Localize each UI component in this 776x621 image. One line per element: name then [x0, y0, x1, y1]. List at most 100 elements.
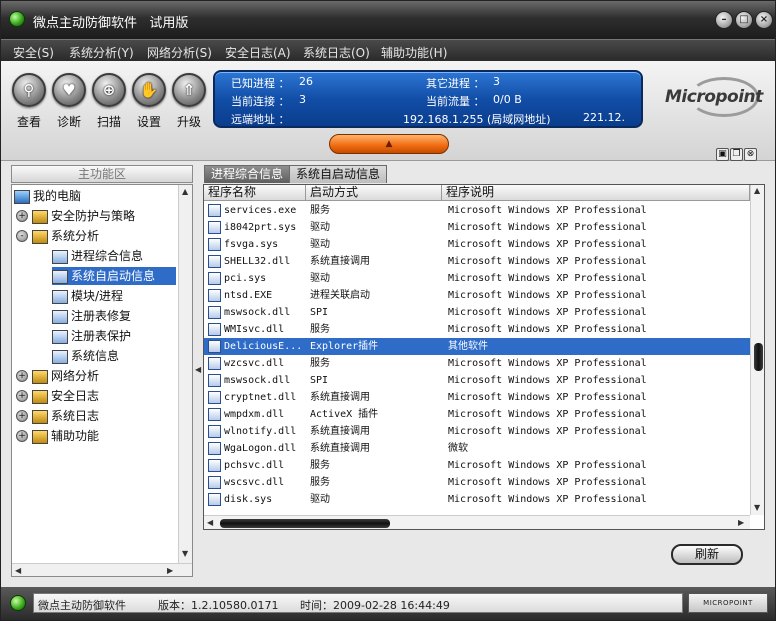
file-icon	[208, 459, 221, 472]
tree-item[interactable]: - 系统分析	[16, 227, 99, 245]
tree-item[interactable]: 模块/进程	[52, 287, 123, 305]
remote-address-value-2: 221.12.	[583, 111, 625, 124]
refresh-button[interactable]: 刷新	[671, 544, 743, 565]
tree-item-label: 安全日志	[51, 389, 100, 403]
menu-system-analysis[interactable]: 系统分析(Y)	[69, 44, 134, 61]
app-icon	[9, 11, 25, 27]
restore-button[interactable]: □	[735, 11, 753, 29]
table-vertical-scrollbar[interactable]: ▲ ▼	[750, 185, 764, 515]
collapse-icon[interactable]: -	[16, 230, 28, 242]
scroll-right-icon[interactable]: ▶	[167, 566, 173, 575]
cell-description: Microsoft Windows XP Professional	[448, 222, 647, 233]
tree-vertical-scrollbar[interactable]: ▲ ▼	[178, 185, 192, 563]
status-app-name: 微点主动防御软件	[38, 599, 126, 612]
tree-item[interactable]: + 安全防护与策略	[16, 207, 135, 225]
tree-item[interactable]: + 辅助功能	[16, 427, 99, 445]
cell-description: Microsoft Windows XP Professional	[448, 358, 647, 369]
file-icon	[208, 374, 221, 387]
panel-header: 主功能区	[11, 165, 193, 183]
table-row[interactable]: DeliciousE... Explorer插件 其他软件	[204, 338, 750, 355]
expand-icon[interactable]: +	[16, 210, 28, 222]
table-row[interactable]: mswsock.dll SPI Microsoft Windows XP Profe…	[204, 304, 750, 321]
table-row[interactable]: SHELL32.dll 系统直接调用 Microsoft Windows XP Pr…	[204, 253, 750, 270]
table-row[interactable]: pchsvc.dll 服务 Microsoft Windows XP Profess…	[204, 457, 750, 474]
table-row[interactable]: ntsd.EXE 进程关联启动 Microsoft Windows XP Profe…	[204, 287, 750, 304]
other-processes-value: 3	[493, 75, 500, 88]
tree-item[interactable]: 我的电脑	[14, 187, 81, 205]
scroll-left-icon[interactable]: ◀	[207, 518, 213, 527]
hand-icon: ✋	[139, 81, 159, 99]
table-row[interactable]: WgaLogon.dll 系统直接调用 微软	[204, 440, 750, 457]
table-row[interactable]: disk.sys 驱动 Microsoft Windows XP Professio…	[204, 491, 750, 508]
tree-item[interactable]: + 系统日志	[16, 407, 99, 425]
view-button[interactable]: ⚲ 查看	[9, 73, 49, 130]
settings-button[interactable]: ✋ 设置	[129, 73, 169, 130]
known-processes-value: 26	[299, 75, 313, 88]
expand-icon[interactable]: +	[16, 430, 28, 442]
table-horizontal-scrollbar[interactable]: ◀ ▶	[204, 515, 750, 529]
expand-icon[interactable]: +	[16, 370, 28, 382]
tree-item[interactable]: + 安全日志	[16, 387, 100, 405]
cell-description: Microsoft Windows XP Professional	[448, 256, 647, 267]
scroll-right-icon[interactable]: ▶	[738, 518, 744, 527]
table-row[interactable]: fsvga.sys 驱动 Microsoft Windows XP Professi…	[204, 236, 750, 253]
table-row[interactable]: WMIsvc.dll 服务 Microsoft Windows XP Profess…	[204, 321, 750, 338]
other-processes-label: 其它进程 ：	[426, 77, 485, 90]
table-row[interactable]: cryptnet.dll 系统直接调用 Microsoft Windows XP P…	[204, 389, 750, 406]
scroll-left-icon[interactable]: ◀	[15, 566, 21, 575]
table-row[interactable]: pci.sys 驱动 Microsoft Windows XP Profession…	[204, 270, 750, 287]
scroll-down-icon[interactable]: ▼	[754, 503, 760, 512]
scroll-down-icon[interactable]: ▼	[182, 549, 188, 558]
tree-item[interactable]: 进程综合信息	[52, 247, 143, 265]
menu-tools[interactable]: 辅助功能(H)	[381, 44, 447, 61]
expand-icon[interactable]: +	[16, 390, 28, 402]
tree-item[interactable]: 系统自启动信息	[52, 267, 176, 285]
table-row[interactable]: wscsvc.dll 服务 Microsoft Windows XP Profess…	[204, 474, 750, 491]
cell-start-method: 驱动	[310, 273, 330, 284]
table-row[interactable]: wmpdxm.dll ActiveX 插件 Microsoft Windows XP…	[204, 406, 750, 423]
tree-item[interactable]: 注册表保护	[52, 327, 131, 345]
table-row[interactable]: mswsock.dll SPI Microsoft Windows XP Profe…	[204, 372, 750, 389]
expand-toggle-button[interactable]: ▲	[329, 134, 449, 154]
tab-process-info[interactable]: 进程综合信息	[204, 165, 291, 183]
column-start-method[interactable]: 启动方式	[306, 185, 442, 201]
cell-description: Microsoft Windows XP Professional	[448, 392, 647, 403]
cell-description: 微软	[448, 443, 468, 454]
tab-startup-info[interactable]: 系统自启动信息	[289, 165, 388, 183]
tree-item[interactable]: 注册表修复	[52, 307, 131, 325]
cell-description: Microsoft Windows XP Professional	[448, 324, 647, 335]
column-description[interactable]: 程序说明	[442, 185, 750, 201]
tree-horizontal-scrollbar[interactable]: ◀ ▶	[12, 563, 192, 576]
upgrade-button[interactable]: ⇑ 升级	[169, 73, 209, 130]
menu-network-analysis[interactable]: 网络分析(S)	[147, 44, 212, 61]
scroll-up-icon[interactable]: ▲	[754, 186, 760, 195]
vertical-scroll-thumb[interactable]	[754, 343, 763, 371]
tile-view-icon[interactable]: ▣	[716, 148, 729, 161]
cascade-view-icon[interactable]: ❐	[730, 148, 743, 161]
toolbar: ⚲ 查看 ♥ 诊断 ⊕ 扫描 ✋ 设置 ⇑ 升级 已知进程 ： 26 其它进程 …	[1, 61, 775, 161]
splitter-collapse-icon[interactable]: ◀	[195, 365, 203, 377]
table-row[interactable]: services.exe 服务 Microsoft Windows XP Profe…	[204, 202, 750, 219]
cell-program-name: cryptnet.dll	[224, 392, 297, 403]
tree-item[interactable]: 系统信息	[52, 347, 119, 365]
menu-system-log[interactable]: 系统日志(O)	[303, 44, 370, 61]
column-program-name[interactable]: 程序名称	[204, 185, 306, 201]
table-row[interactable]: wlnotify.dll 系统直接调用 Microsoft Windows XP P…	[204, 423, 750, 440]
scroll-up-icon[interactable]: ▲	[182, 187, 188, 196]
folder-icon	[32, 429, 48, 444]
table-row[interactable]: i8042prt.sys 驱动 Microsoft Windows XP Profe…	[204, 219, 750, 236]
menu-security-log[interactable]: 安全日志(A)	[225, 44, 291, 61]
scan-button[interactable]: ⊕ 扫描	[89, 73, 129, 130]
cell-description: 其他软件	[448, 341, 488, 352]
close-button[interactable]: ×	[755, 11, 773, 29]
expand-icon[interactable]: +	[16, 410, 28, 422]
minimize-button[interactable]: –	[715, 11, 733, 29]
close-view-icon[interactable]: ⊗	[744, 148, 757, 161]
file-icon	[208, 221, 221, 234]
horizontal-scroll-thumb[interactable]	[220, 519, 390, 528]
diagnose-button[interactable]: ♥ 诊断	[49, 73, 89, 130]
table-row[interactable]: wzcsvc.dll 服务 Microsoft Windows XP Profess…	[204, 355, 750, 372]
cell-start-method: SPI	[310, 307, 329, 318]
tree-item[interactable]: + 网络分析	[16, 367, 99, 385]
menu-security[interactable]: 安全(S)	[13, 44, 54, 61]
